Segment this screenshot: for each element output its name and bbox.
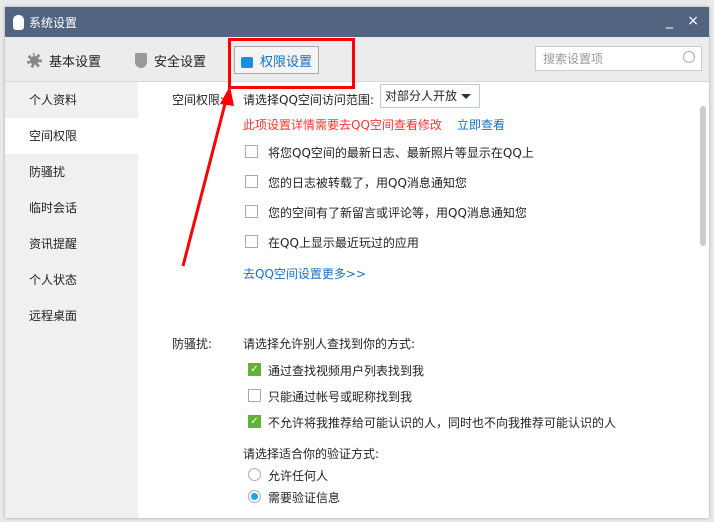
annotation-arrow (181, 86, 234, 267)
